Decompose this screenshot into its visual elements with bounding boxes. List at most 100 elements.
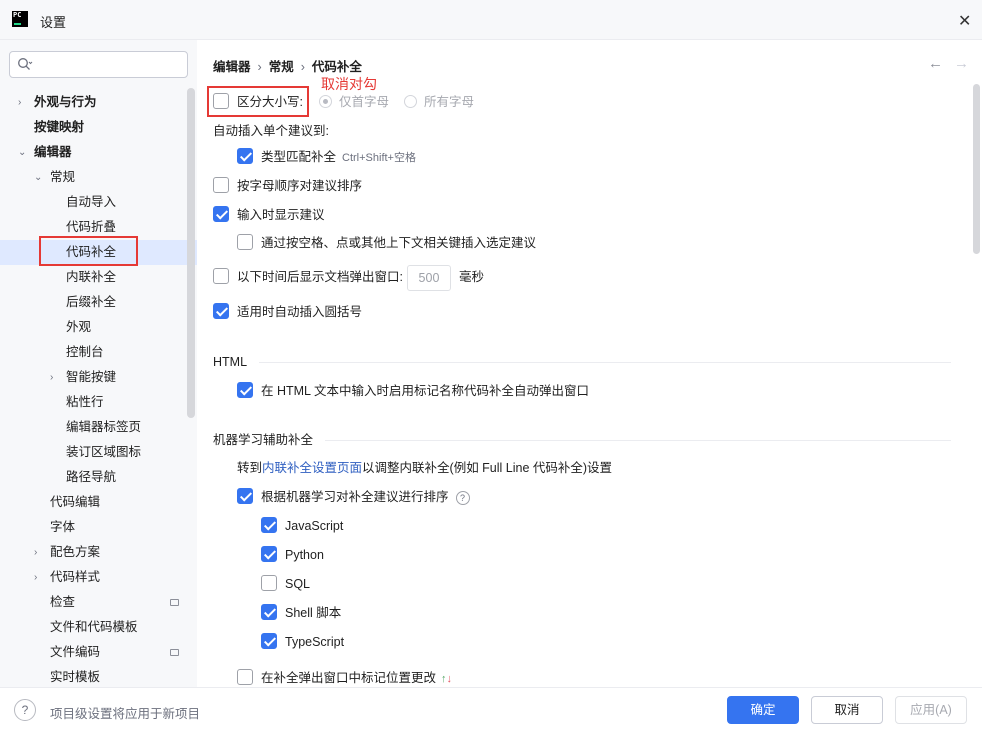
sidebar-item[interactable]: 实时模板 [0, 665, 197, 687]
sidebar-item-label: 外观 [66, 320, 92, 334]
sidebar-item-label: 粘性行 [66, 395, 104, 409]
sidebar-item[interactable]: 自动导入 [0, 190, 197, 215]
ml-language-option[interactable]: JavaScript [261, 516, 343, 536]
language-checkbox[interactable] [261, 546, 277, 562]
sidebar-item[interactable]: 文件编码 [0, 640, 197, 665]
language-checkbox[interactable] [261, 517, 277, 533]
doc-popup-checkbox[interactable] [213, 268, 229, 284]
radio-icon[interactable] [319, 95, 332, 108]
sidebar-item[interactable]: ⌄ 常规 [0, 165, 197, 190]
sidebar-item[interactable]: 控制台 [0, 340, 197, 365]
auto-paren-checkbox[interactable] [213, 303, 229, 319]
sort-alpha-option[interactable]: 按字母顺序对建议排序 [213, 176, 362, 196]
sidebar-item[interactable]: 代码编辑 [0, 490, 197, 515]
ml-language-option[interactable]: TypeScript [261, 632, 344, 652]
sidebar-item-label: 按键映射 [34, 120, 85, 134]
type-match-option[interactable]: 类型匹配补全 Ctrl+Shift+空格 [237, 147, 416, 167]
language-checkbox[interactable] [261, 575, 277, 591]
doc-popup-option[interactable]: 以下时间后显示文档弹出窗口: 500 毫秒 [213, 264, 484, 291]
apply-button[interactable]: 应用(A) [895, 696, 967, 724]
sidebar-item[interactable]: 内联补全 [0, 265, 197, 290]
sidebar-item-label: 自动导入 [66, 195, 117, 209]
title-bar: PC 设置 ✕ [0, 0, 982, 40]
sidebar-item[interactable]: 外观 [0, 315, 197, 340]
ml-goto-text: 转到内联补全设置页面以调整内联补全(例如 Full Line 代码补全)设置 [237, 461, 613, 475]
type-match-checkbox[interactable] [237, 148, 253, 164]
chevron-right-icon[interactable]: › [34, 540, 37, 565]
chevron-down-icon[interactable]: ⌄ [34, 165, 42, 190]
inline-completion-link[interactable]: 内联补全设置页面 [262, 461, 362, 475]
html-autopopup-option[interactable]: 在 HTML 文本中输入时启用标记名称代码补全自动弹出窗口 [237, 381, 589, 401]
ok-button[interactable]: 确定 [727, 696, 799, 724]
sidebar-item-label: 字体 [50, 520, 76, 534]
auto-insert-label: 自动插入单个建议到: [213, 124, 329, 138]
auto-paren-option[interactable]: 适用时自动插入圆括号 [213, 302, 362, 322]
sidebar-item-label: 常规 [50, 170, 76, 184]
chevron-right-icon[interactable]: › [50, 365, 53, 390]
sidebar-item-label: 配色方案 [50, 545, 101, 559]
search-icon [18, 58, 33, 70]
help-icon[interactable]: ? [14, 699, 36, 721]
ml-language-option[interactable]: Python [261, 545, 324, 565]
breadcrumb-general[interactable]: 常规 [269, 60, 294, 74]
up-down-arrows-icon: ↑↓ [441, 673, 453, 685]
html-section-title: HTML [213, 355, 248, 369]
sidebar-item[interactable]: 检查 [0, 590, 197, 615]
sort-alpha-checkbox[interactable] [213, 177, 229, 193]
sidebar-scrollbar[interactable] [187, 88, 195, 418]
sidebar-item[interactable]: 粘性行 [0, 390, 197, 415]
sidebar-item-label: 实时模板 [50, 670, 101, 684]
footer: ? 项目级设置将应用于新项目 确定 取消 应用(A) [0, 687, 982, 734]
show-on-typing-option[interactable]: 输入时显示建议 [213, 205, 325, 225]
doc-popup-delay-field[interactable]: 500 [406, 264, 451, 291]
sidebar-item-label: 编辑器标签页 [66, 420, 142, 434]
chevron-down-icon[interactable]: ⌄ [18, 140, 26, 165]
insert-by-space-option[interactable]: 通过按空格、点或其他上下文相关键插入选定建议 [237, 233, 536, 253]
divider [259, 362, 951, 363]
sidebar-item[interactable]: 按键映射 [0, 115, 197, 140]
ml-language-option[interactable]: Shell 脚本 [261, 603, 341, 623]
ml-rank-option[interactable]: 根据机器学习对补全建议进行排序? [237, 487, 470, 507]
sidebar-item-label: 文件编码 [50, 645, 101, 659]
sidebar-item[interactable]: › 外观与行为 [0, 90, 197, 115]
mark-position-option[interactable]: 在补全弹出窗口中标记位置更改 ↑↓ [237, 668, 452, 687]
search-input[interactable] [9, 51, 188, 78]
help-icon[interactable]: ? [455, 491, 470, 505]
sidebar-item-label: 代码样式 [50, 570, 101, 584]
close-icon[interactable]: ✕ [958, 11, 971, 31]
project-scope-icon [170, 649, 179, 656]
sidebar-item[interactable]: 路径导航 [0, 465, 197, 490]
breadcrumb: 编辑器 › 常规 › 代码补全 [213, 60, 362, 74]
show-on-typing-checkbox[interactable] [213, 206, 229, 222]
sidebar-item[interactable]: 装订区域图标 [0, 440, 197, 465]
chevron-right-icon[interactable]: › [18, 90, 21, 115]
window-title: 设置 [40, 15, 67, 30]
breadcrumb-editor[interactable]: 编辑器 [213, 60, 251, 74]
ml-language-option[interactable]: SQL [261, 574, 310, 594]
forward-arrow-icon[interactable]: → [954, 55, 969, 72]
sidebar-item[interactable]: 文件和代码模板 [0, 615, 197, 640]
sidebar-item-label: 智能按键 [66, 370, 117, 384]
sidebar-item[interactable]: ⌄ 编辑器 [0, 140, 197, 165]
radio-all-letters[interactable]: 所有字母 [404, 92, 474, 112]
html-autopopup-checkbox[interactable] [237, 382, 253, 398]
sidebar-item-label: 装订区域图标 [66, 445, 142, 459]
sidebar-item[interactable]: 后缀补全 [0, 290, 197, 315]
sidebar-item[interactable]: 字体 [0, 515, 197, 540]
sidebar-item-label: 外观与行为 [34, 95, 97, 109]
sidebar-item[interactable]: › 代码样式 [0, 565, 197, 590]
sidebar-item[interactable]: › 配色方案 [0, 540, 197, 565]
sidebar-item[interactable]: 编辑器标签页 [0, 415, 197, 440]
radio-icon[interactable] [404, 95, 417, 108]
content-scrollbar[interactable] [973, 84, 980, 254]
language-checkbox[interactable] [261, 633, 277, 649]
back-arrow-icon[interactable]: ← [928, 55, 943, 72]
radio-first-letter[interactable]: 仅首字母 [319, 92, 389, 112]
cancel-button[interactable]: 取消 [811, 696, 883, 724]
ml-rank-checkbox[interactable] [237, 488, 253, 504]
insert-by-space-checkbox[interactable] [237, 234, 253, 250]
chevron-right-icon[interactable]: › [34, 565, 37, 590]
sidebar-item[interactable]: › 智能按键 [0, 365, 197, 390]
language-checkbox[interactable] [261, 604, 277, 620]
mark-position-checkbox[interactable] [237, 669, 253, 685]
